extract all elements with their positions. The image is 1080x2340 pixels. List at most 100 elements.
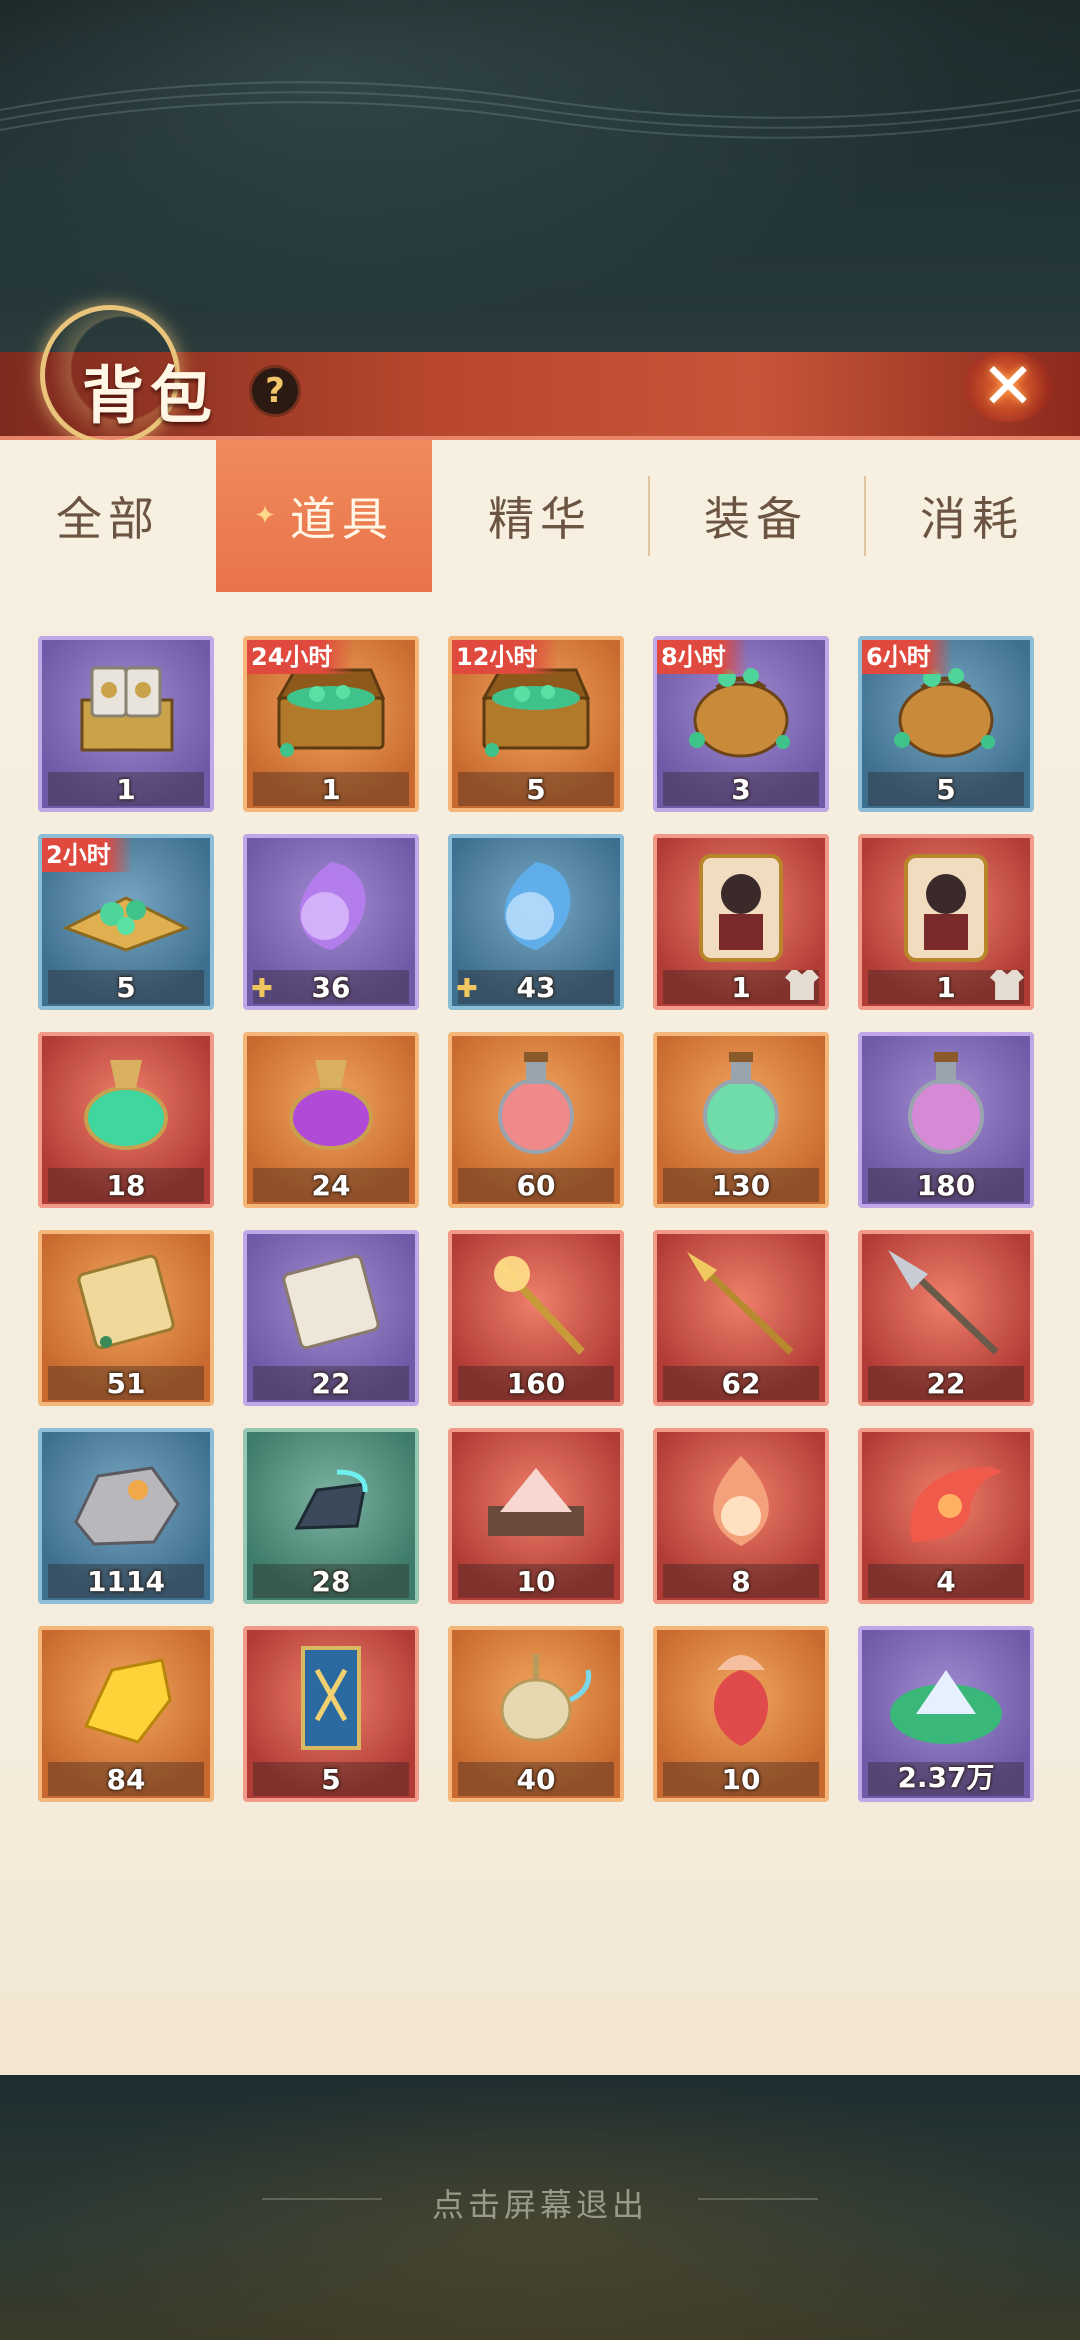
inventory-item[interactable]: 2.37万: [858, 1626, 1034, 1802]
item-count: 51: [106, 1367, 146, 1400]
tab-label: 精华: [488, 492, 592, 546]
inventory-item[interactable]: 84: [38, 1626, 214, 1802]
expiry-timer-badge: 12小时: [452, 640, 560, 674]
golden-staff-icon: [452, 1234, 620, 1366]
character-skin-card-icon: [657, 838, 825, 970]
inventory-item[interactable]: 130: [653, 1032, 829, 1208]
tab-consumables[interactable]: 消耗: [864, 440, 1080, 592]
sword-banner-icon: [247, 1630, 415, 1762]
item-count: 4: [936, 1565, 956, 1598]
gold-ore-icon: [42, 1630, 210, 1762]
inventory-item[interactable]: 60: [448, 1032, 624, 1208]
help-button[interactable]: ?: [252, 368, 298, 414]
inventory-item[interactable]: 1: [858, 834, 1034, 1010]
item-grid: 1 24小时 1 12小时 5 8小时 3 6小时 5 2小时 5 ✚ 36 ✚ 43 1 1 18 24 60 130…: [38, 636, 1042, 1802]
inventory-item[interactable]: 10: [653, 1626, 829, 1802]
inventory-item[interactable]: 10: [448, 1428, 624, 1604]
diamond-icon: ✦: [254, 501, 282, 531]
green-potion-flask-icon: [657, 1036, 825, 1168]
item-count: 1: [321, 773, 341, 806]
blue-soul-flame-icon: [452, 838, 620, 970]
item-count: 5: [526, 773, 546, 806]
item-count: 28: [311, 1565, 351, 1598]
close-button[interactable]: ✕: [960, 342, 1056, 432]
inventory-item[interactable]: 40: [448, 1626, 624, 1802]
ore-stone-icon: [42, 1432, 210, 1564]
inventory-item[interactable]: 5: [243, 1626, 419, 1802]
inventory-item[interactable]: 8小时 3: [653, 636, 829, 812]
character-skin-card-icon: [862, 838, 1030, 970]
item-count: 1114: [87, 1565, 165, 1598]
item-count: 2.37万: [897, 1761, 995, 1794]
tab-all[interactable]: 全部: [0, 440, 216, 592]
expiry-timer-badge: 6小时: [862, 640, 953, 674]
crystal-leaf-icon: [862, 1630, 1030, 1762]
red-potion-flask-icon: [452, 1036, 620, 1168]
page-title: 背包: [82, 359, 219, 432]
inventory-item[interactable]: ✚ 43: [448, 834, 624, 1010]
silver-card-box-icon: [42, 640, 210, 772]
tab-label: 消耗: [920, 492, 1024, 546]
item-count: 130: [711, 1169, 771, 1202]
green-elixir-vase-icon: [42, 1036, 210, 1168]
item-count: 5: [116, 971, 136, 1004]
inventory-item[interactable]: 51: [38, 1230, 214, 1406]
inventory-item[interactable]: 8: [653, 1428, 829, 1604]
expiry-timer-badge: 2小时: [42, 838, 133, 872]
puzzle-fragment-icon: ✚: [456, 974, 478, 1004]
inventory-item[interactable]: 4: [858, 1428, 1034, 1604]
item-count: 10: [516, 1565, 556, 1598]
item-count: 18: [106, 1169, 146, 1202]
inventory-item[interactable]: 24: [243, 1032, 419, 1208]
close-icon: ✕: [981, 350, 1035, 424]
item-count: 5: [321, 1763, 341, 1796]
inventory-item[interactable]: 1: [38, 636, 214, 812]
tab-label: 全部: [56, 492, 160, 546]
inventory-item[interactable]: 180: [858, 1032, 1034, 1208]
inventory-item[interactable]: 2小时 5: [38, 834, 214, 1010]
exit-hint[interactable]: 点击屏幕退出: [0, 2180, 1080, 2226]
inventory-item[interactable]: 18: [38, 1032, 214, 1208]
inventory-item[interactable]: 22: [243, 1230, 419, 1406]
item-count: 62: [721, 1367, 761, 1400]
expiry-timer-badge: 8小时: [657, 640, 748, 674]
wave-pattern: [0, 81, 1080, 139]
item-count: 1: [116, 773, 136, 806]
expiry-timer-badge: 24小时: [247, 640, 355, 674]
item-count: 10: [721, 1763, 761, 1796]
item-count: 160: [506, 1367, 566, 1400]
item-count: 24: [311, 1169, 351, 1202]
tab-equipment[interactable]: 装备: [648, 440, 864, 592]
salt-crystal-icon: [452, 1432, 620, 1564]
item-count: 5: [936, 773, 956, 806]
phoenix-feather-icon: [862, 1432, 1030, 1564]
inventory-item[interactable]: 28: [243, 1428, 419, 1604]
inventory-item[interactable]: 1114: [38, 1428, 214, 1604]
inventory-item[interactable]: 1: [653, 834, 829, 1010]
tab-label: 装备: [704, 492, 808, 546]
inventory-item[interactable]: 22: [858, 1230, 1034, 1406]
item-count: 180: [916, 1169, 976, 1202]
tab-essence[interactable]: 精华: [432, 440, 648, 592]
purple-soul-flame-icon: [247, 838, 415, 970]
inventory-item[interactable]: 6小时 5: [858, 636, 1034, 812]
inventory-item[interactable]: ✚ 36: [243, 834, 419, 1010]
silver-spearhead-icon: [862, 1234, 1030, 1366]
golden-spear-icon: [657, 1234, 825, 1366]
scene-backdrop: [0, 0, 1080, 360]
tab-props[interactable]: ✦ 道具: [216, 440, 432, 592]
item-count: 3: [731, 773, 751, 806]
red-flower-bud-icon: [657, 1630, 825, 1762]
purple-elixir-vase-icon: [247, 1036, 415, 1168]
item-count: 22: [311, 1367, 351, 1400]
inventory-item[interactable]: 160: [448, 1230, 624, 1406]
item-count: 22: [926, 1367, 966, 1400]
enhance-stone-icon: [247, 1432, 415, 1564]
inventory-item[interactable]: 62: [653, 1230, 829, 1406]
inventory-item[interactable]: 24小时 1: [243, 636, 419, 812]
golden-scroll-icon: [42, 1234, 210, 1366]
item-count: 84: [106, 1763, 146, 1796]
item-count: 40: [516, 1763, 556, 1796]
item-count: 8: [731, 1565, 751, 1598]
inventory-item[interactable]: 12小时 5: [448, 636, 624, 812]
